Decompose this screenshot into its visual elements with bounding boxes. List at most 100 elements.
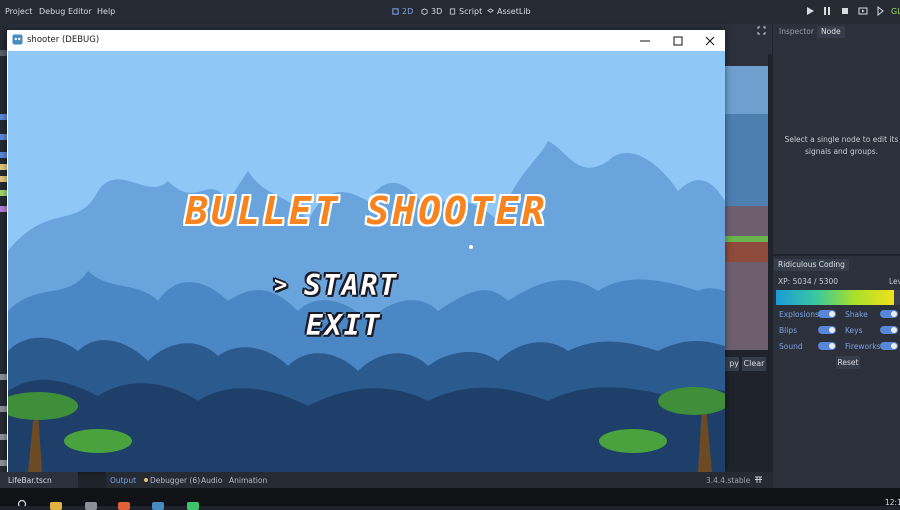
inspector-message: Select a single node to edit its signals… [784, 135, 899, 156]
2d-icon [392, 8, 399, 15]
dock-icon[interactable] [0, 134, 7, 140]
viewport-bg [725, 206, 768, 234]
dock-icon[interactable] [0, 114, 7, 120]
dock-icon[interactable] [0, 152, 7, 158]
keys-label: Keys [845, 326, 863, 335]
shake-label: Shake [845, 310, 868, 319]
maximize-button[interactable] [662, 30, 694, 51]
xp-label: XP: 5034 / 5300 [778, 277, 839, 286]
viewport-dirt [725, 242, 768, 262]
script-icon [449, 8, 456, 15]
workspace-script-button[interactable]: Script [449, 7, 482, 16]
window-titlebar[interactable]: shooter (DEBUG) [7, 30, 725, 51]
tab-debugger[interactable]: Debugger (6) [150, 476, 200, 485]
menu-cursor: > [274, 273, 290, 298]
editor-menubar: Project Debug Editor Help 2D 3D Script A… [0, 0, 900, 24]
file-explorer-icon[interactable] [50, 502, 62, 510]
viewport-hills [725, 114, 768, 206]
workspace-3d-label: 3D [431, 7, 443, 16]
os-taskbar [0, 488, 900, 506]
dock-icon[interactable] [0, 434, 7, 440]
3d-icon [421, 8, 428, 15]
xp-bar-fill [776, 290, 894, 305]
workspace-assetlib-label: AssetLib [497, 7, 531, 16]
godot-app-icon [12, 34, 23, 45]
dock-icon[interactable] [0, 206, 7, 212]
close-button[interactable] [694, 30, 726, 51]
blips-toggle[interactable] [818, 326, 836, 334]
workspace-script-label: Script [459, 7, 483, 16]
workspace-assetlib-button[interactable]: AssetLib [487, 7, 531, 16]
version-label: 3.4.4.stable [706, 476, 751, 485]
dock-icon[interactable] [0, 460, 7, 466]
editor-viewport-strip [725, 54, 768, 350]
reset-button[interactable]: Reset [836, 356, 860, 369]
scene-tab[interactable]: LifeBar.tscn [8, 476, 52, 485]
store-icon[interactable] [85, 502, 97, 510]
tab-output[interactable]: Output [110, 476, 136, 485]
inspector-dock: Inspector Node Select a single node to e… [773, 24, 900, 254]
level-label: Lev [889, 277, 900, 286]
app-icon[interactable] [118, 502, 130, 510]
ridiculous-coding-dock: Ridiculous Coding XP: 5034 / 5300 Lev Ex… [773, 256, 900, 490]
pause-icon[interactable] [822, 6, 832, 16]
game-title: BULLET SHOOTER [185, 189, 548, 233]
tab-animation[interactable]: Animation [229, 476, 267, 485]
game-debug-window: shooter (DEBUG) BULLET SHOOTER > START E… [7, 30, 725, 472]
tab-audio[interactable]: Audio [201, 476, 222, 485]
keys-toggle[interactable] [880, 326, 898, 334]
xp-bar [776, 290, 900, 305]
start-option[interactable]: START [304, 269, 398, 302]
play-custom-icon[interactable] [876, 6, 886, 16]
dock-icon[interactable] [0, 374, 7, 380]
stop-icon[interactable] [840, 6, 850, 16]
menu-debug[interactable]: Debug [39, 7, 65, 16]
menu-project[interactable]: Project [5, 7, 32, 16]
shake-toggle[interactable] [880, 310, 898, 318]
panel-expand-icon[interactable] [754, 475, 763, 484]
jungle-background [8, 141, 725, 472]
fireworks-label: Fireworks [845, 342, 881, 351]
game-scene: BULLET SHOOTER > START EXIT [8, 51, 725, 472]
dock-icon[interactable] [0, 406, 7, 412]
renderer-label[interactable]: GL [891, 7, 900, 16]
debugger-warning-dot [144, 478, 148, 482]
godot-taskbar-icon[interactable] [152, 502, 164, 510]
copy-button[interactable]: py [725, 357, 739, 371]
close-icon [705, 36, 715, 45]
workspace-3d-button[interactable]: 3D [421, 7, 442, 16]
clear-button[interactable]: Clear [742, 357, 766, 371]
sound-toggle[interactable] [818, 342, 836, 350]
dock-icon[interactable] [0, 50, 7, 56]
tab-inspector[interactable]: Inspector [775, 26, 818, 38]
bottom-panel-tabs: Output Debugger (6) Audio Animation 3.4.… [106, 472, 773, 488]
scene-tab-area: LifeBar.tscn [0, 472, 78, 488]
window-title: shooter (DEBUG) [27, 35, 100, 45]
viewport-ruler [725, 54, 768, 66]
exit-option[interactable]: EXIT [306, 309, 381, 342]
assetlib-icon [487, 8, 494, 13]
fireworks-toggle[interactable] [880, 342, 898, 350]
dock-icon[interactable] [0, 176, 7, 182]
minimize-icon [640, 40, 650, 41]
tab-ridiculous-coding[interactable]: Ridiculous Coding [774, 259, 849, 271]
mouse-pointer [469, 245, 473, 249]
tab-node[interactable]: Node [817, 26, 845, 38]
blips-label: Blips [779, 326, 797, 335]
dock-icon[interactable] [0, 190, 7, 196]
dock-icon[interactable] [0, 164, 7, 170]
search-icon[interactable] [17, 498, 27, 506]
workspace-2d-label: 2D [402, 7, 414, 16]
menu-help[interactable]: Help [97, 7, 115, 16]
play-scene-icon[interactable] [858, 6, 868, 16]
app-icon[interactable] [187, 502, 199, 510]
explosions-label: Explosions [779, 310, 819, 319]
workspace-2d-button[interactable]: 2D [392, 7, 413, 16]
maximize-icon [673, 36, 683, 45]
play-icon[interactable] [805, 6, 815, 16]
distraction-free-icon[interactable] [757, 26, 766, 35]
minimize-button[interactable] [629, 30, 661, 51]
menu-editor[interactable]: Editor [68, 7, 92, 16]
sound-label: Sound [779, 342, 803, 351]
explosions-toggle[interactable] [818, 310, 836, 318]
